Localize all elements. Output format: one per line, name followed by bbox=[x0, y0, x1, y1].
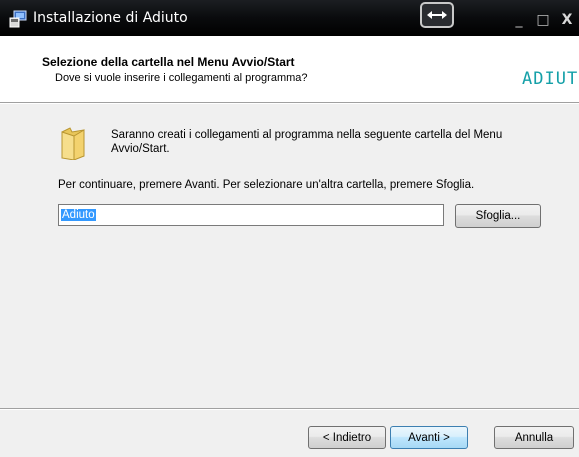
start-menu-folder-input[interactable]: Adiuto bbox=[58, 204, 444, 226]
folder-icon bbox=[61, 127, 85, 160]
back-button[interactable]: < Indietro bbox=[308, 426, 386, 449]
window-title: Installazione di Adiuto bbox=[33, 10, 188, 26]
page-subtitle: Dove si vuole inserire i collegamenti al… bbox=[55, 72, 308, 84]
title-bar[interactable]: Installazione di Adiuto _ □ X bbox=[0, 0, 579, 36]
info-text: Saranno creati i collegamenti al program… bbox=[111, 129, 503, 155]
resize-arrows-icon bbox=[420, 2, 454, 28]
installer-icon bbox=[9, 10, 27, 28]
browse-button[interactable]: Sfoglia... bbox=[455, 204, 541, 228]
wizard-footer: < Indietro Avanti > Annulla bbox=[0, 410, 579, 457]
close-button[interactable]: X bbox=[556, 10, 578, 30]
wizard-header: Selezione della cartella nel Menu Avvio/… bbox=[0, 36, 579, 103]
maximize-button[interactable]: □ bbox=[532, 10, 554, 30]
svg-text:ADIUT: ADIUT bbox=[522, 69, 578, 89]
wizard-body: Saranno creati i collegamenti al program… bbox=[0, 104, 579, 408]
folder-input-value: Adiuto bbox=[61, 209, 96, 221]
adiuto-logo: ADIUT bbox=[522, 69, 578, 89]
page-title: Selezione della cartella nel Menu Avvio/… bbox=[42, 55, 295, 69]
cancel-button[interactable]: Annulla bbox=[494, 426, 574, 449]
instruction-text: Per continuare, premere Avanti. Per sele… bbox=[58, 179, 475, 191]
minimize-button[interactable]: _ bbox=[508, 10, 530, 30]
next-button[interactable]: Avanti > bbox=[390, 426, 468, 449]
